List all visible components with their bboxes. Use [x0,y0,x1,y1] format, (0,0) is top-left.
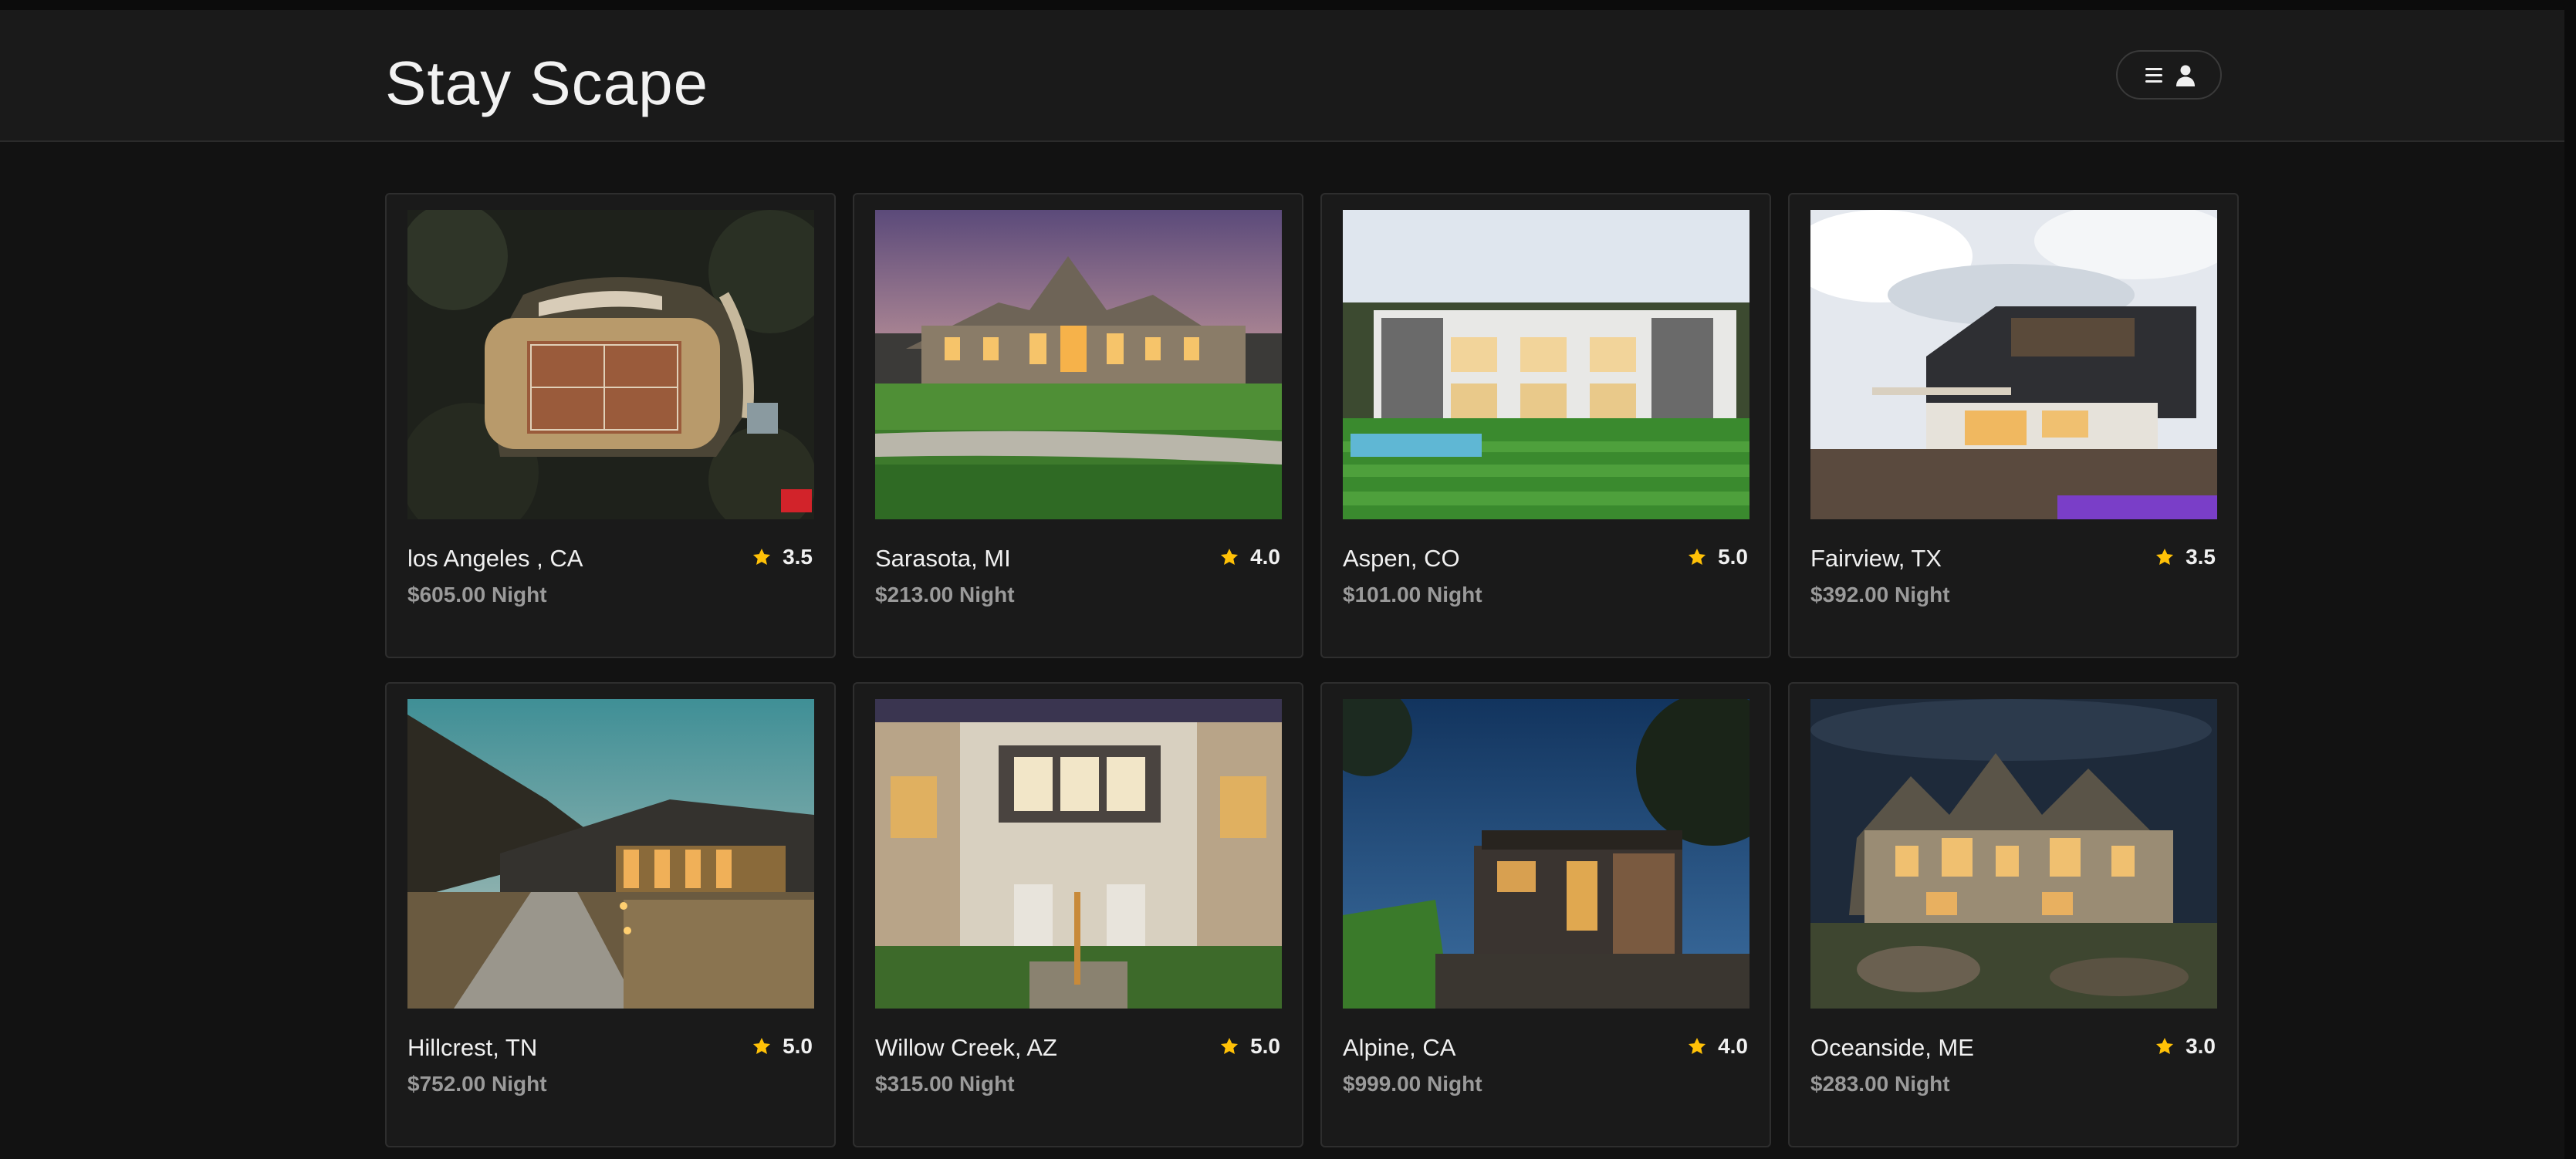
listing-price: $999.00 Night [1343,1072,1482,1096]
rating-value: 5.0 [1250,1034,1280,1058]
listing-rating: 4.0 [1219,545,1280,569]
listing-location: Alpine, CA [1343,1034,1456,1061]
listing-rating: 3.5 [752,545,813,569]
star-icon [1689,548,1706,565]
listing-rating: 5.0 [1219,1034,1280,1059]
listing-card[interactable]: Aspen, CO 5.0 $101.00 Night [1320,193,1771,658]
listing-location: Willow Creek, AZ [875,1034,1057,1061]
listing-rating: 3.0 [2155,1034,2216,1059]
listing-rating: 4.0 [1687,1034,1748,1059]
star-icon [1689,1037,1706,1054]
listing-photo[interactable] [407,699,814,1009]
account-menu-button[interactable] [2116,50,2222,100]
star-icon [2156,1037,2174,1054]
listing-location: Hillcrest, TN [407,1034,538,1061]
rating-value: 3.5 [2186,545,2216,569]
rating-value: 4.0 [1718,1034,1748,1058]
listing-card[interactable]: Oceanside, ME 3.0 $283.00 Night [1788,682,2239,1147]
star-icon [1221,1037,1239,1054]
rating-value: 4.0 [1250,545,1280,569]
rating-value: 3.5 [783,545,813,569]
listing-price: $752.00 Night [407,1072,547,1096]
star-icon [753,1037,771,1054]
listing-card[interactable]: Fairview, TX 3.5 $392.00 Night [1788,193,2239,658]
star-icon [2156,548,2174,565]
listing-card[interactable]: los Angeles , CA 3.5 $605.00 Night [385,193,836,658]
rating-value: 5.0 [1718,545,1748,569]
listing-photo[interactable] [1810,210,2217,519]
listing-location: Fairview, TX [1810,545,1942,572]
listing-location: Sarasota, MI [875,545,1011,572]
listing-price: $315.00 Night [875,1072,1015,1096]
listing-location: Aspen, CO [1343,545,1460,572]
listing-card[interactable]: Sarasota, MI 4.0 $213.00 Night [853,193,1303,658]
listing-photo[interactable] [875,699,1282,1009]
listing-price: $213.00 Night [875,583,1015,607]
listing-price: $101.00 Night [1343,583,1482,607]
listing-rating: 5.0 [1687,545,1748,569]
listing-rating: 5.0 [752,1034,813,1059]
listing-location: Oceanside, ME [1810,1034,1974,1061]
rating-value: 3.0 [2186,1034,2216,1058]
user-icon [2176,65,2195,86]
listing-price: $392.00 Night [1810,583,1950,607]
page-scrollbar[interactable] [2564,10,2576,1159]
rating-value: 5.0 [783,1034,813,1058]
listing-photo[interactable] [875,210,1282,519]
listing-card[interactable]: Alpine, CA 4.0 $999.00 Night [1320,682,1771,1147]
browser-top-strip [0,0,2576,10]
listing-photo[interactable] [1343,699,1749,1009]
listing-photo[interactable] [1810,699,2217,1009]
star-icon [753,548,771,565]
listing-price: $605.00 Night [407,583,547,607]
brand-logo[interactable]: Stay Scape [385,41,708,126]
star-icon [1221,548,1239,565]
listing-photo[interactable] [407,210,814,519]
listing-rating: 3.5 [2155,545,2216,569]
hamburger-icon [2145,68,2165,83]
listing-photo[interactable] [1343,210,1749,519]
listing-card[interactable]: Willow Creek, AZ 5.0 $315.00 Night [853,682,1303,1147]
listing-location: los Angeles , CA [407,545,583,572]
site-header: Stay Scape [0,10,2564,142]
listing-price: $283.00 Night [1810,1072,1950,1096]
listing-card[interactable]: Hillcrest, TN 5.0 $752.00 Night [385,682,836,1147]
